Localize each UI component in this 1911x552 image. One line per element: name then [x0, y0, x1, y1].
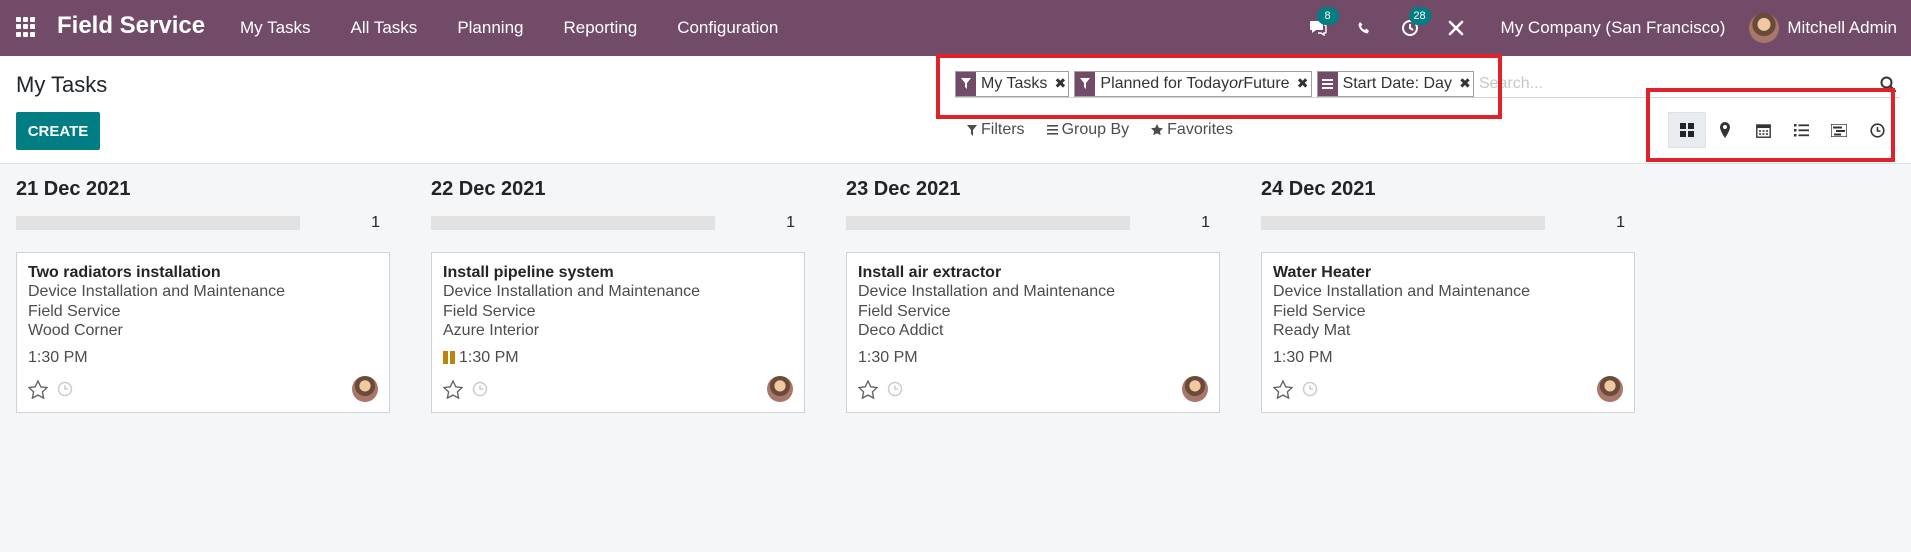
activities-badge: 28	[1408, 7, 1431, 25]
activities-icon[interactable]: 28	[1398, 7, 1431, 40]
task-card[interactable]: Install air extractor Device Installatio…	[846, 252, 1220, 413]
task-app: Field Service	[858, 302, 951, 320]
favorites-button[interactable]: Favorites	[1151, 121, 1233, 139]
card-footer	[858, 376, 1208, 402]
column-progress: 1	[1261, 212, 1635, 234]
search-options: Filters Group By Favorites	[967, 121, 1233, 139]
task-time: 1:30 PM	[28, 348, 88, 366]
progress-bar[interactable]	[1261, 216, 1545, 230]
task-title: Two radiators installation	[28, 264, 221, 281]
progress-bar[interactable]	[16, 216, 300, 230]
column-count: 1	[371, 214, 380, 231]
progress-bar[interactable]	[431, 216, 715, 230]
kanban-board: 21 Dec 2021 1 Two radiators installation…	[16, 170, 1635, 413]
task-customer: Ready Mat	[1273, 322, 1351, 339]
activity-clock-icon[interactable]	[887, 381, 903, 397]
column-count: 1	[786, 214, 795, 231]
annotation-box-search-facets	[936, 54, 1502, 119]
column-progress: 1	[846, 212, 1220, 234]
groupby-button[interactable]: Group By	[1046, 121, 1129, 139]
kanban-column: 21 Dec 2021 1 Two radiators installation…	[16, 170, 390, 413]
column-title[interactable]: 22 Dec 2021	[431, 170, 805, 208]
task-customer: Wood Corner	[28, 322, 123, 339]
task-time: 1:30 PM	[443, 349, 793, 367]
task-project: Device Installation and Maintenance	[28, 283, 286, 300]
priority-star-icon[interactable]	[858, 379, 878, 399]
groupby-icon	[1046, 125, 1058, 135]
task-app: Field Service	[443, 302, 536, 320]
activity-clock-icon[interactable]	[472, 381, 488, 397]
column-title[interactable]: 21 Dec 2021	[16, 170, 390, 208]
user-menu[interactable]: Mitchell Admin	[1749, 13, 1897, 43]
menu-my-tasks[interactable]: My Tasks	[220, 0, 331, 56]
task-time: 1:30 PM	[858, 348, 918, 366]
paused-timer-icon	[443, 351, 455, 364]
menu-planning[interactable]: Planning	[437, 0, 543, 56]
top-navbar: Field Service My Tasks All Tasks Plannin…	[0, 0, 1911, 56]
column-progress: 1	[431, 212, 805, 234]
task-time: 1:30 PM	[1273, 348, 1333, 366]
column-count: 1	[1616, 214, 1625, 231]
task-title: Install pipeline system	[443, 264, 614, 281]
card-footer	[443, 376, 793, 402]
task-project: Device Installation and Maintenance	[1273, 283, 1531, 300]
column-title[interactable]: 23 Dec 2021	[846, 170, 1220, 208]
assignee-avatar[interactable]	[352, 376, 378, 402]
task-customer: Azure Interior	[443, 322, 540, 339]
messages-icon[interactable]: 8	[1306, 7, 1339, 40]
filters-button[interactable]: Filters	[967, 121, 1025, 139]
task-app: Field Service	[1273, 302, 1366, 320]
assignee-avatar[interactable]	[1182, 376, 1208, 402]
user-name: Mitchell Admin	[1787, 18, 1897, 37]
company-switcher[interactable]: My Company (San Francisco)	[1501, 18, 1726, 38]
progress-bar[interactable]	[846, 216, 1130, 230]
create-button[interactable]: CREATE	[16, 112, 100, 150]
task-card[interactable]: Two radiators installation Device Instal…	[16, 252, 390, 413]
card-footer	[28, 376, 378, 402]
systray: 8 28 My Company (San Francisco) Mitchell…	[1295, 0, 1897, 56]
debug-tools-icon[interactable]	[1444, 16, 1468, 40]
column-title[interactable]: 24 Dec 2021	[1261, 170, 1635, 208]
task-project: Device Installation and Maintenance	[443, 283, 701, 300]
page-title: My Tasks	[16, 72, 108, 97]
annotation-box-view-switcher	[1646, 88, 1895, 162]
menu-reporting[interactable]: Reporting	[543, 0, 657, 56]
column-progress: 1	[16, 212, 390, 234]
activity-clock-icon[interactable]	[57, 381, 73, 397]
user-avatar	[1749, 13, 1780, 43]
task-customer: Deco Addict	[858, 322, 944, 339]
task-project: Device Installation and Maintenance	[858, 283, 1116, 300]
assignee-avatar[interactable]	[767, 376, 793, 402]
star-icon	[1151, 124, 1164, 136]
task-title: Water Heater	[1273, 264, 1372, 281]
assignee-avatar[interactable]	[1597, 376, 1623, 402]
priority-star-icon[interactable]	[443, 379, 463, 399]
column-count: 1	[1201, 214, 1210, 231]
kanban-column: 24 Dec 2021 1 Water Heater Device Instal…	[1261, 170, 1635, 413]
phone-icon[interactable]	[1352, 16, 1376, 40]
main-menu: My Tasks All Tasks Planning Reporting Co…	[220, 0, 798, 56]
priority-star-icon[interactable]	[1273, 379, 1293, 399]
app-brand[interactable]: Field Service	[57, 12, 205, 40]
task-card[interactable]: Water Heater Device Installation and Mai…	[1261, 252, 1635, 413]
kanban-column: 23 Dec 2021 1 Install air extractor Devi…	[846, 170, 1220, 413]
messages-badge: 8	[1316, 7, 1339, 25]
apps-menu-icon[interactable]	[16, 17, 36, 37]
activity-clock-icon[interactable]	[1302, 381, 1318, 397]
filter-icon	[967, 124, 977, 136]
card-footer	[1273, 376, 1623, 402]
menu-configuration[interactable]: Configuration	[657, 0, 798, 56]
task-card[interactable]: Install pipeline system Device Installat…	[431, 252, 805, 413]
kanban-column: 22 Dec 2021 1 Install pipeline system De…	[431, 170, 805, 413]
task-app: Field Service	[28, 302, 121, 320]
menu-all-tasks[interactable]: All Tasks	[331, 0, 438, 56]
priority-star-icon[interactable]	[28, 379, 48, 399]
task-title: Install air extractor	[858, 264, 1002, 281]
